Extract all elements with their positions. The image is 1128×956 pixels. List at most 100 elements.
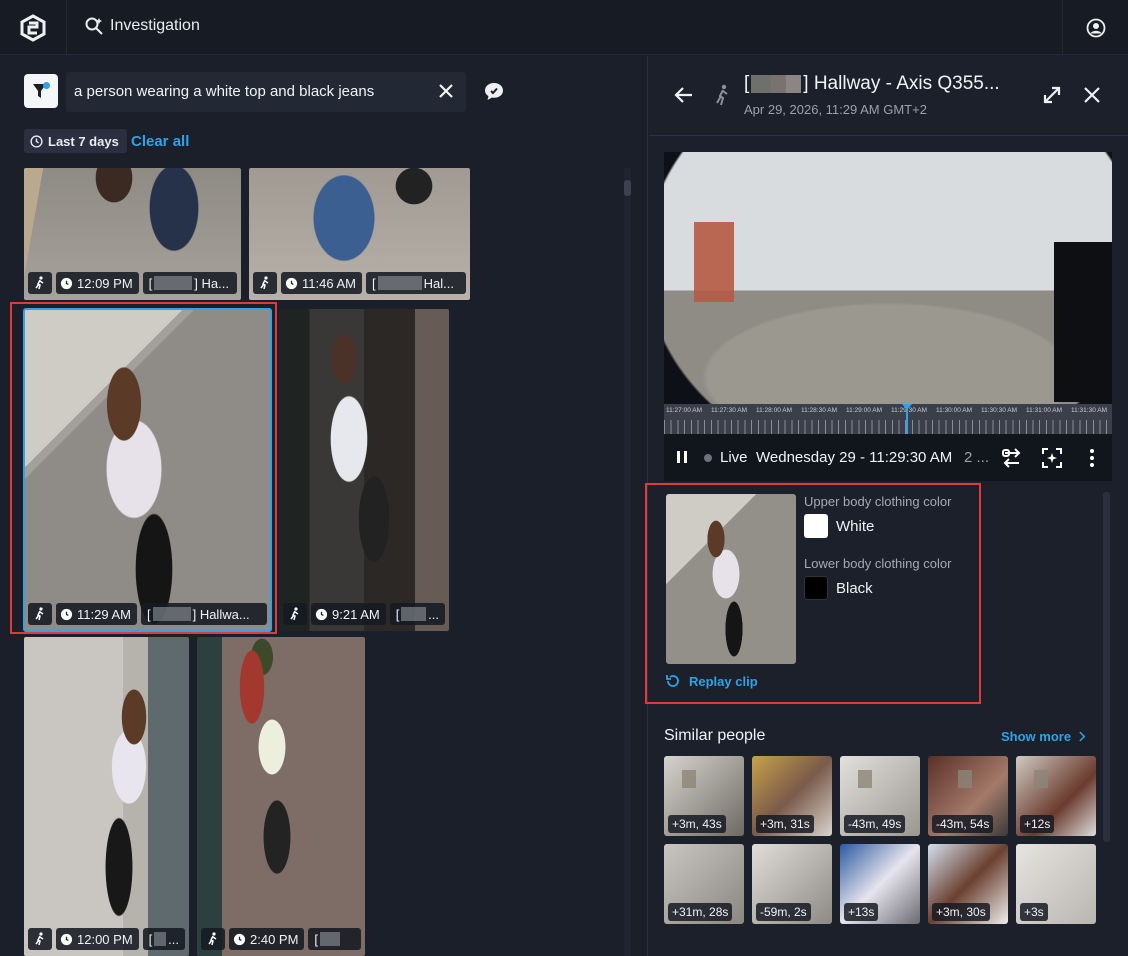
similar-person-thumb[interactable]: -43m, 54s bbox=[928, 756, 1008, 836]
nav-title-label: Investigation bbox=[110, 17, 200, 34]
similar-person-thumb[interactable]: -43m, 49s bbox=[840, 756, 920, 836]
timeline-cursor[interactable] bbox=[902, 404, 912, 434]
blurred-face bbox=[858, 770, 872, 788]
similar-person-thumb[interactable]: +3m, 31s bbox=[752, 756, 832, 836]
clear-search-icon[interactable] bbox=[436, 81, 456, 101]
detail-header: [ ] Hallway - Axis Q355... Apr 29, 2026, … bbox=[649, 56, 1128, 136]
similar-time-offset: -59m, 2s bbox=[756, 903, 811, 921]
result-camera: [ bbox=[308, 928, 361, 950]
person-walk-icon bbox=[28, 928, 52, 950]
result-time: 12:09 PM bbox=[77, 275, 133, 291]
blurred-face bbox=[682, 770, 696, 788]
person-walk-icon bbox=[253, 272, 277, 294]
timeline[interactable]: 11:27:00 AM 11:27:30 AM 11:28:00 AM 11:28:3… bbox=[664, 404, 1112, 434]
logo-icon bbox=[20, 13, 46, 42]
result-tile[interactable]: 9:21 AM [... bbox=[279, 309, 449, 631]
timeline-tick-label: 11:28:30 AM bbox=[801, 407, 838, 414]
similar-person-thumb[interactable]: -59m, 2s bbox=[752, 844, 832, 924]
similar-person-thumb[interactable]: +3s bbox=[1016, 844, 1096, 924]
globe-clock-icon bbox=[60, 277, 73, 289]
result-camera: [... bbox=[142, 928, 185, 950]
nav-investigation[interactable]: Investigation bbox=[84, 16, 200, 36]
globe-clock-icon bbox=[60, 933, 73, 945]
search-query[interactable]: a person wearing a white top and black j… bbox=[74, 83, 374, 100]
person-walk-icon bbox=[28, 603, 52, 625]
app-logo[interactable] bbox=[0, 0, 67, 55]
similar-time-offset: -43m, 49s bbox=[844, 815, 906, 833]
similar-time-offset: +3m, 43s bbox=[668, 815, 726, 833]
person-walk-icon bbox=[28, 272, 52, 294]
result-time: 11:46 AM bbox=[302, 275, 356, 291]
result-tile[interactable]: 12:00 PM [... bbox=[24, 637, 189, 956]
result-camera: [Hal... bbox=[365, 272, 466, 294]
globe-clock-icon bbox=[233, 933, 246, 945]
show-more-link[interactable]: Show more bbox=[1001, 729, 1086, 744]
redacted-text bbox=[751, 74, 802, 93]
similar-person-thumb[interactable]: +3m, 30s bbox=[928, 844, 1008, 924]
crop-image bbox=[666, 494, 796, 664]
result-tile[interactable]: 12:09 PM [] Ha... bbox=[24, 168, 241, 300]
globe-clock-icon bbox=[285, 277, 298, 289]
swap-streams-icon[interactable] bbox=[1000, 446, 1024, 470]
similar-person-thumb[interactable]: +13s bbox=[840, 844, 920, 924]
user-menu-button[interactable] bbox=[1062, 0, 1128, 55]
video-player[interactable]: 11:27:00 AM 11:27:30 AM 11:28:00 AM 11:28:3… bbox=[664, 152, 1112, 481]
expand-icon[interactable] bbox=[1041, 84, 1063, 106]
title-prefix: [ bbox=[744, 73, 750, 94]
result-image bbox=[197, 637, 365, 956]
time-filter-label: Last 7 days bbox=[48, 133, 119, 149]
similar-person-thumb[interactable]: +31m, 28s bbox=[664, 844, 744, 924]
lower-color-value: Black bbox=[836, 580, 873, 597]
timeline-tick-label: 11:27:30 AM bbox=[711, 407, 748, 414]
upper-color-swatch bbox=[804, 514, 828, 538]
scrollbar-thumb[interactable] bbox=[624, 180, 631, 196]
close-icon[interactable] bbox=[1081, 84, 1103, 106]
user-icon bbox=[1086, 18, 1105, 37]
detail-scrollbar[interactable] bbox=[1103, 492, 1110, 842]
top-bar: Investigation bbox=[0, 0, 1128, 55]
result-tile-selected[interactable]: 11:29 AM [] Hallwa... bbox=[24, 309, 271, 631]
focus-icon[interactable] bbox=[1040, 446, 1064, 470]
scene-door bbox=[694, 222, 734, 302]
blurred-face bbox=[958, 770, 972, 788]
live-label[interactable]: Live bbox=[720, 449, 748, 466]
title-text: ] Hallway - Axis Q355... bbox=[803, 73, 1000, 94]
more-options-icon[interactable] bbox=[1080, 446, 1104, 470]
timeline-tick-label: 11:28:00 AM bbox=[756, 407, 793, 414]
result-time: 2:40 PM bbox=[250, 931, 299, 947]
clear-all-link[interactable]: Clear all bbox=[131, 133, 189, 150]
person-walk-icon bbox=[283, 603, 307, 625]
lower-color-swatch bbox=[804, 576, 828, 600]
replay-label: Replay clip bbox=[689, 673, 758, 689]
results-scrollbar[interactable] bbox=[624, 168, 631, 956]
replay-icon bbox=[666, 675, 679, 687]
back-arrow-icon[interactable] bbox=[673, 84, 695, 106]
blurred-face bbox=[1034, 770, 1048, 788]
lower-body-label: Lower body clothing color bbox=[804, 556, 952, 571]
result-image bbox=[24, 637, 189, 956]
result-image bbox=[24, 309, 271, 631]
similar-person-thumb[interactable]: +12s bbox=[1016, 756, 1096, 836]
upper-body-label: Upper body clothing color bbox=[804, 494, 952, 509]
player-controls: Live Wednesday 29 - 11:29:30 AM 2 ... bbox=[664, 434, 1112, 481]
timeline-tick-label: 11:29:00 AM bbox=[846, 407, 883, 414]
filter-button[interactable] bbox=[24, 74, 58, 108]
pause-icon[interactable] bbox=[674, 448, 690, 466]
person-crop[interactable] bbox=[666, 494, 796, 664]
result-camera: [... bbox=[389, 603, 445, 625]
feedback-chat-icon[interactable] bbox=[482, 80, 506, 104]
result-tile[interactable]: 2:40 PM [ bbox=[197, 637, 365, 956]
similar-person-thumb[interactable]: +3m, 43s bbox=[664, 756, 744, 836]
time-filter-chip[interactable]: Last 7 days bbox=[24, 129, 127, 153]
replay-clip-button[interactable]: Replay clip bbox=[665, 673, 758, 689]
search-input[interactable]: a person wearing a white top and black j… bbox=[66, 72, 466, 112]
similar-time-offset: -43m, 54s bbox=[932, 815, 994, 833]
result-tile[interactable]: 11:46 AM [Hal... bbox=[249, 168, 470, 300]
similar-time-offset: +12s bbox=[1020, 815, 1055, 833]
chevron-right-icon bbox=[1079, 731, 1086, 742]
detail-date: Apr 29, 2026, 11:29 AM GMT+2 bbox=[744, 102, 927, 117]
similar-time-offset: +3m, 30s bbox=[932, 903, 990, 921]
result-camera: [] Hallwa... bbox=[140, 603, 267, 625]
person-walk-icon bbox=[716, 84, 728, 106]
show-more-label: Show more bbox=[1001, 729, 1072, 744]
